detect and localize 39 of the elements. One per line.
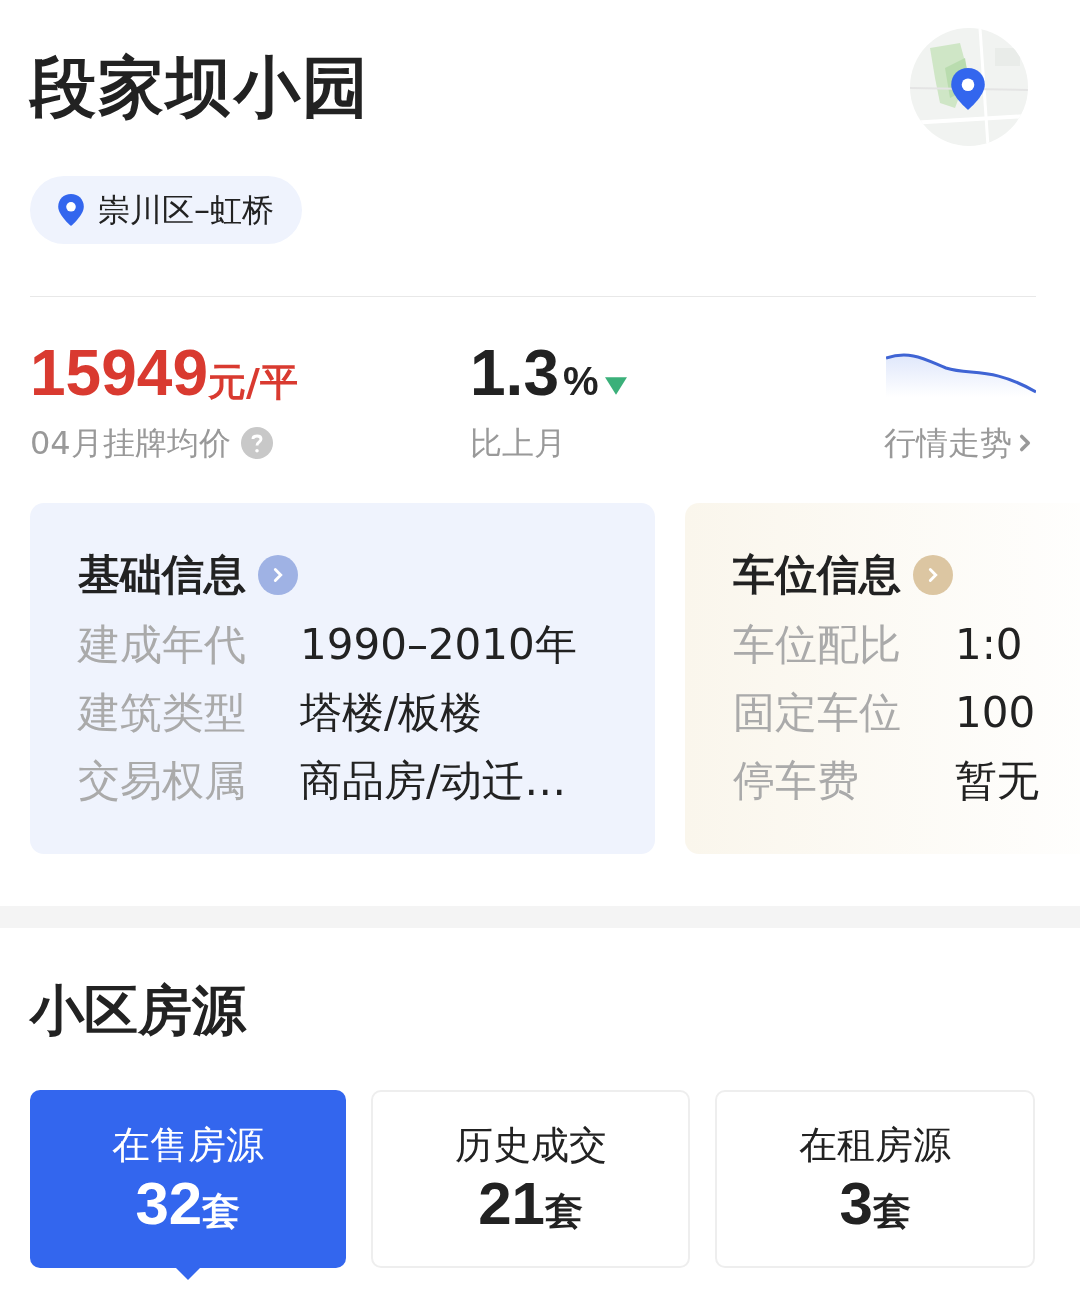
info-label: 固定车位: [733, 687, 902, 739]
info-label: 建筑类型: [78, 687, 247, 739]
tab-label: 历史成交: [454, 1121, 607, 1169]
info-value: 暂无: [955, 755, 1039, 807]
info-value: 1990–2010年: [300, 619, 577, 671]
count-unit: 套: [544, 1187, 583, 1235]
info-label: 交易权属: [78, 755, 247, 807]
info-value: 1:0: [955, 619, 1023, 671]
tab-label: 在售房源: [111, 1121, 264, 1169]
price-label: 04月挂牌均价: [30, 423, 231, 464]
change-unit: %: [562, 358, 599, 405]
info-value: 商品房/动迁…: [300, 755, 567, 807]
info-card[interactable]: 基础信息 建成年代 1990–2010年 建筑类型 塔楼/板楼 交易权属 商品房/动迁…: [30, 503, 655, 854]
change-value: 1.3: [470, 337, 559, 409]
listing-count: 3: [839, 1170, 873, 1237]
community-title: 段家坝小园: [30, 48, 370, 128]
info-value: 塔楼/板楼: [300, 687, 483, 739]
location-text: 崇川区–虹桥: [98, 190, 274, 231]
card-title: 基础信息: [78, 549, 246, 601]
info-label: 建成年代: [78, 619, 247, 671]
count-unit: 套: [202, 1187, 241, 1235]
average-price: 15949: [30, 337, 208, 409]
map-pin-icon: [950, 68, 986, 110]
pointer-icon: [175, 1268, 200, 1280]
listing-tab[interactable]: 在租房源 3套: [715, 1090, 1035, 1268]
listing-count: 32: [135, 1170, 203, 1237]
location-tag[interactable]: 崇川区–虹桥: [30, 176, 302, 244]
map-pin-icon: [58, 194, 84, 226]
listing-tab[interactable]: 历史成交 21套: [370, 1090, 691, 1268]
tab-label: 在租房源: [799, 1121, 952, 1169]
count-unit: 套: [872, 1187, 911, 1235]
info-value: 100: [955, 687, 1036, 739]
section-title: 小区房源: [30, 978, 248, 1044]
info-label: 停车费: [733, 755, 860, 807]
change-label: 比上月: [470, 423, 567, 464]
info-label: 车位配比: [733, 619, 902, 671]
price-unit: 元/平: [207, 359, 298, 406]
card-title: 车位信息: [733, 549, 901, 601]
listing-count: 21: [478, 1170, 545, 1237]
